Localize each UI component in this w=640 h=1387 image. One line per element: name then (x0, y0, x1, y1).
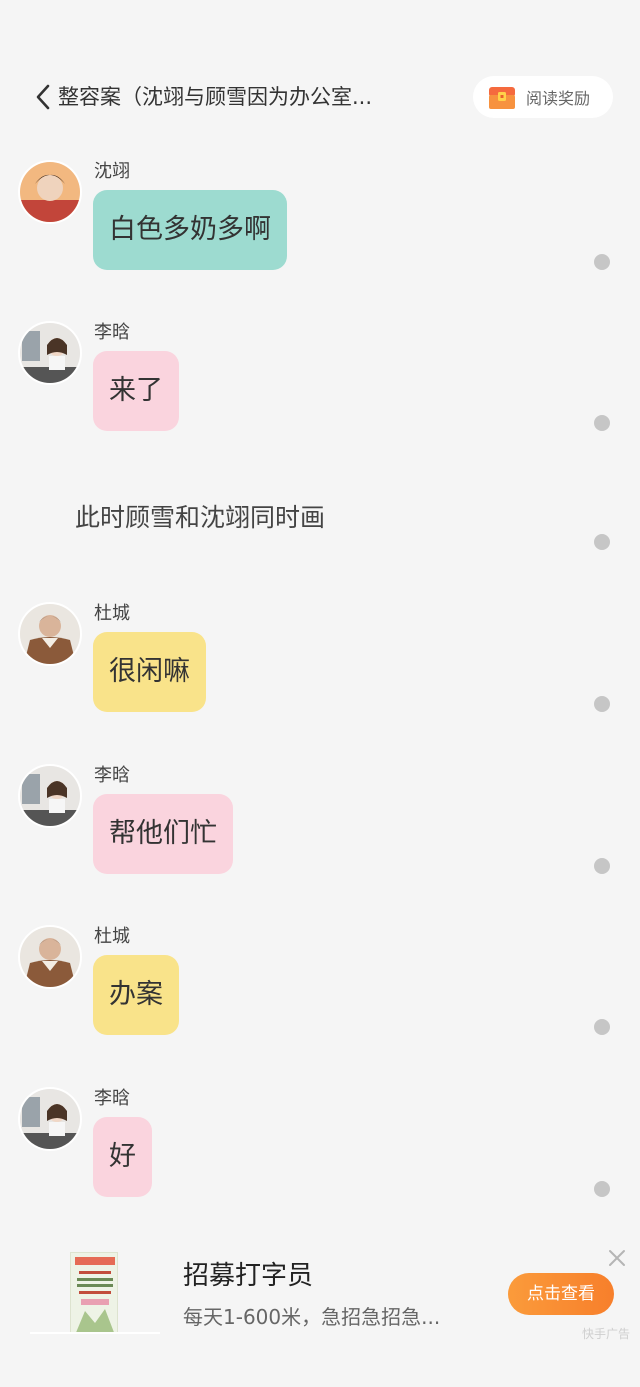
message-dot[interactable] (594, 858, 610, 874)
speaker-name: 杜城 (94, 603, 130, 624)
message-bubble[interactable]: 很闲嘛 (93, 632, 206, 712)
avatar[interactable] (18, 160, 82, 224)
avatar[interactable] (18, 602, 82, 666)
ad-divider (30, 1332, 160, 1334)
speaker-name: 沈翊 (94, 161, 130, 182)
close-icon (609, 1250, 625, 1266)
avatar[interactable] (18, 1087, 82, 1151)
avatar[interactable] (18, 925, 82, 989)
speaker-name: 李晗 (94, 322, 130, 343)
ad-close-button[interactable] (606, 1247, 628, 1269)
chevron-left-icon (36, 84, 50, 110)
reading-reward-label: 阅读奖励 (526, 89, 591, 108)
message-dot[interactable] (594, 1181, 610, 1197)
message-bubble[interactable]: 来了 (93, 351, 179, 431)
speaker-name: 李晗 (94, 765, 130, 786)
header-bar: 整容案（沈翊与顾雪因为办公室... 阅读奖励 (0, 68, 640, 128)
ad-thumbnail[interactable] (70, 1252, 118, 1334)
narration-text: 此时顾雪和沈翊同时画 (75, 503, 326, 532)
message-bubble[interactable]: 办案 (93, 955, 179, 1035)
speaker-name: 杜城 (94, 926, 130, 947)
page-title: 整容案（沈翊与顾雪因为办公室... (58, 85, 373, 109)
back-button[interactable] (30, 82, 56, 112)
ad-view-button[interactable]: 点击查看 (508, 1273, 614, 1315)
avatar[interactable] (18, 764, 82, 828)
speaker-name: 李晗 (94, 1088, 130, 1109)
message-bubble[interactable]: 好 (93, 1117, 152, 1197)
reading-reward-button[interactable]: 阅读奖励 (473, 76, 613, 118)
ad-title[interactable]: 招募打字员 (183, 1258, 313, 1294)
message-bubble[interactable]: 白色多奶多啊 (93, 190, 287, 270)
ad-tag: 快手广告 (582, 1327, 631, 1341)
ad-subtitle[interactable]: 每天1-600米，急招急招急... (183, 1302, 483, 1332)
message-dot[interactable] (594, 696, 610, 712)
message-dot[interactable] (594, 534, 610, 550)
ad-banner[interactable]: 招募打字员 每天1-600米，急招急招急... 点击查看 快手广告 (0, 1240, 640, 1350)
message-dot[interactable] (594, 254, 610, 270)
avatar[interactable] (18, 321, 82, 385)
treasure-chest-icon (489, 87, 515, 109)
message-bubble[interactable]: 帮他们忙 (93, 794, 233, 874)
message-dot[interactable] (594, 415, 610, 431)
message-dot[interactable] (594, 1019, 610, 1035)
